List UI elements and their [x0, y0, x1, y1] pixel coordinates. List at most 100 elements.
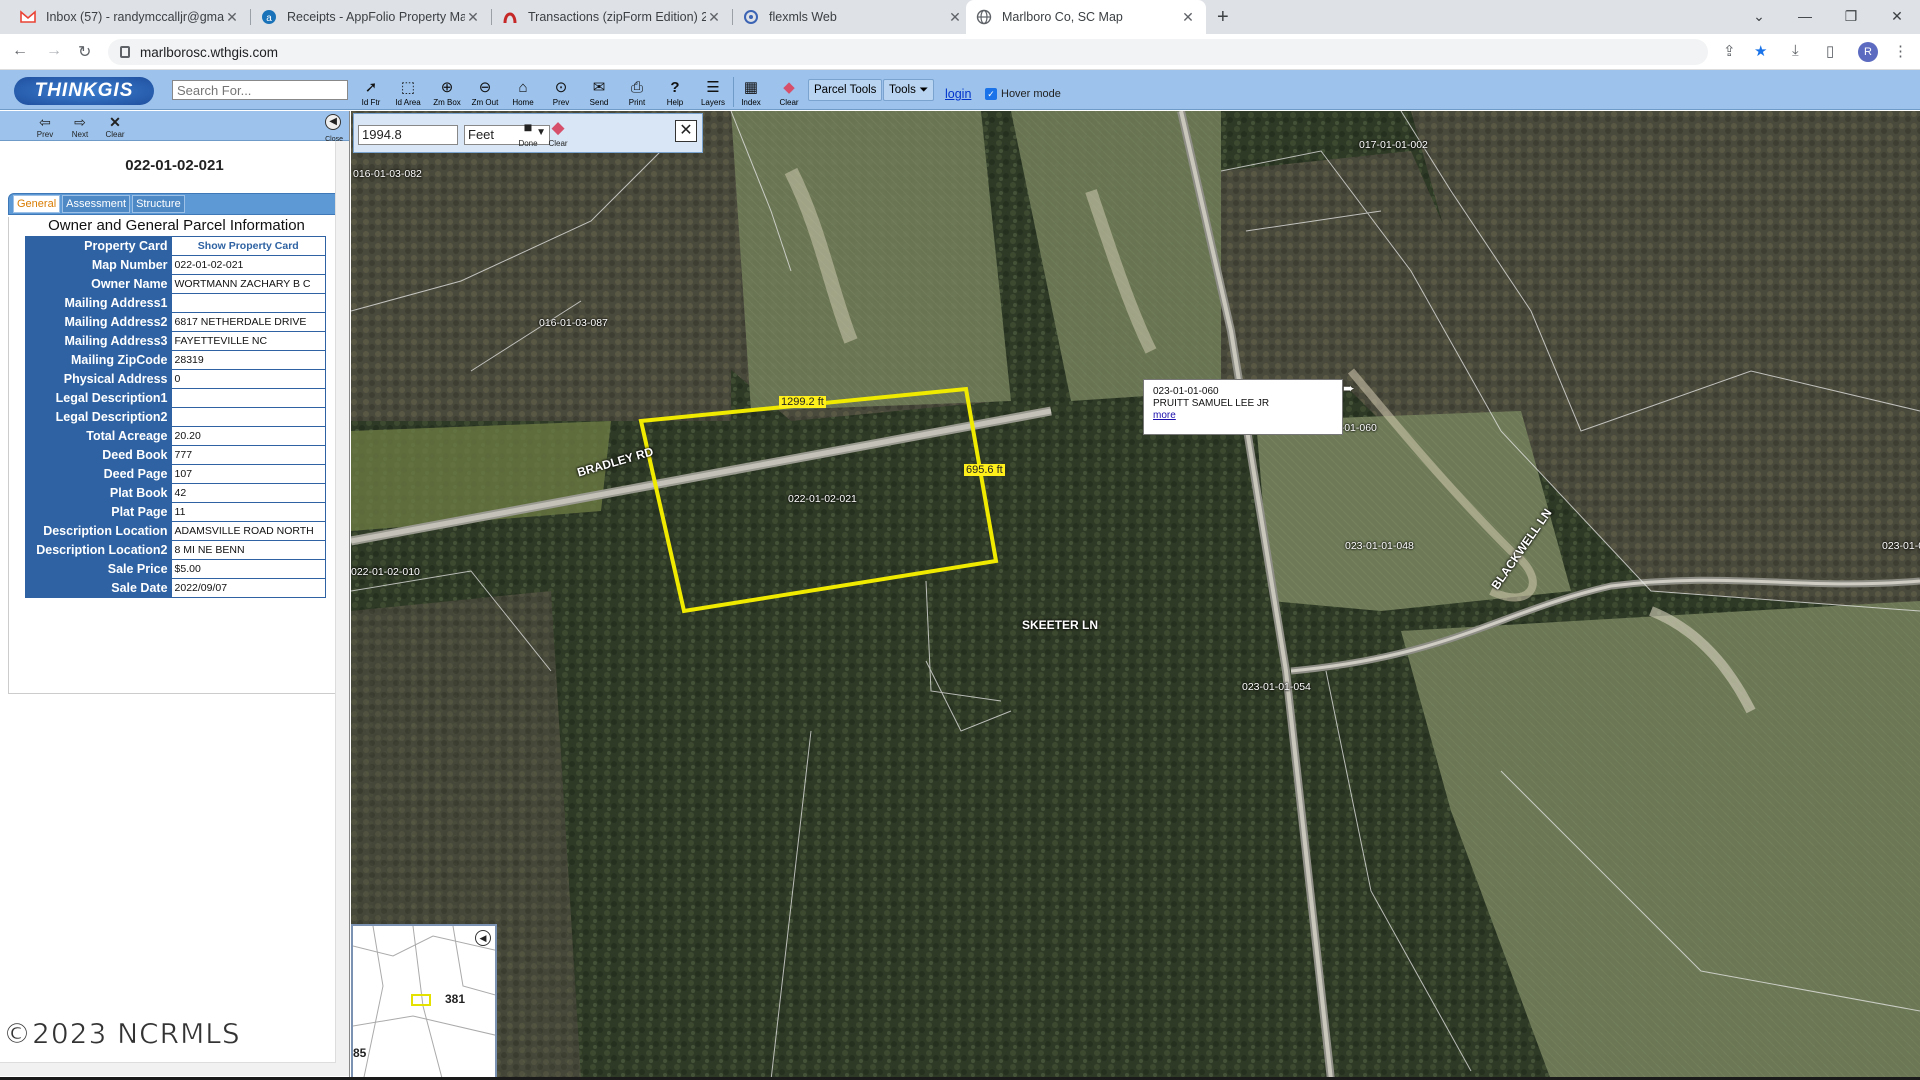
close-icon[interactable]: ✕ [1180, 9, 1196, 26]
measure-done-button[interactable]: ⏹ Done [514, 117, 542, 148]
menu-kebab-icon[interactable]: ⋮ [1893, 42, 1908, 60]
index-button[interactable]: ▦ Index [735, 78, 767, 108]
tab-title: Receipts - AppFolio Property Ma [287, 10, 465, 24]
tab-structure[interactable]: Structure [132, 195, 185, 213]
eraser-icon: ◆ [551, 118, 565, 137]
clear-results-button[interactable]: ✕ Clear [100, 113, 130, 139]
lock-icon [120, 46, 130, 58]
mls-watermark: ©2023 NCRMLS [3, 1017, 241, 1051]
close-icon[interactable]: ✕ [224, 9, 240, 26]
table-row: Sale Date 2022/09/07 [25, 578, 327, 598]
overview-extent [411, 994, 431, 1006]
attribute-value: 022-01-02-021 [170, 255, 327, 275]
close-window-button[interactable]: ✕ [1874, 0, 1920, 34]
print-icon: ⎙ [630, 79, 643, 96]
route-label: 85 [353, 1046, 367, 1060]
vertical-scrollbar[interactable] [335, 141, 349, 1076]
tab-assessment[interactable]: Assessment [62, 195, 131, 213]
id-feature-button[interactable]: ➚ Id Ftr [355, 78, 387, 108]
next-record-button[interactable]: ⇨ Next [65, 113, 95, 139]
detail-content: Owner and General Parcel Information Pro… [8, 217, 345, 694]
prev-record-button[interactable]: ⇦ Prev [30, 113, 60, 139]
close-icon[interactable]: ✕ [465, 9, 481, 26]
map-canvas[interactable]: 016-01-03-063 017-01-01-002 016-01-03-08… [351, 111, 1920, 1080]
clear-button[interactable]: ◆ Clear [773, 78, 805, 108]
print-button[interactable]: ⎙ Print [621, 78, 653, 108]
attribute-value: 107 [170, 464, 327, 484]
parcel-info-panel: ⇦ Prev ⇨ Next ✕ Clear ◀ Close 022-01-02-021… [0, 111, 350, 1080]
dimension-label: 695.6 ft [964, 464, 1005, 476]
prev-extent-button[interactable]: ⊙ Prev [545, 78, 577, 108]
zoom-box-button[interactable]: ⊕ Zm Box [431, 78, 463, 108]
new-tab-button[interactable]: + [1217, 6, 1229, 29]
popup-more-link[interactable]: more [1153, 410, 1176, 421]
close-panel-button[interactable]: ◀ Close [325, 114, 343, 144]
parcel-label: 023-01-01-054 [1242, 681, 1311, 693]
prev-extent-icon: ⊙ [554, 79, 568, 96]
hover-popup: 023-01-01-060 PRUITT SAMUEL LEE JR more [1143, 379, 1343, 435]
thinkgis-logo: THINKGIS [14, 77, 154, 105]
url-bar[interactable]: marlborosc.wthgis.com [108, 39, 1708, 65]
measure-clear-button[interactable]: ◆ Clear [544, 117, 572, 148]
tools-menu-button[interactable]: Tools ⏷ [883, 79, 935, 101]
horizontal-scrollbar[interactable] [0, 1062, 336, 1076]
attribute-value: 777 [170, 445, 327, 465]
forward-arrow-icon[interactable]: → [46, 42, 62, 60]
popup-parcel-id: 023-01-01-060 [1153, 386, 1219, 397]
help-button[interactable]: ? Help [659, 78, 691, 108]
share-icon[interactable]: ⇪ [1723, 42, 1736, 60]
tab-search-icon[interactable]: ⌄ [1736, 0, 1782, 34]
table-row: Deed Book 777 [25, 445, 327, 465]
sidepanel-icon[interactable]: ▯ [1826, 42, 1834, 60]
attribute-value: ADAMSVILLE ROAD NORTH [170, 521, 327, 541]
avatar[interactable]: R [1858, 42, 1878, 62]
tab-zipform[interactable]: Transactions (zipForm Edition) 23 ✕ [492, 0, 732, 34]
tab-gmail[interactable]: Inbox (57) - randymccalljr@gmai ✕ [10, 0, 250, 34]
login-link[interactable]: login [945, 87, 971, 101]
home-button[interactable]: ⌂ Home [507, 78, 539, 108]
download-icon[interactable]: ⤓ [1792, 42, 1799, 59]
reload-icon[interactable]: ↻ [78, 42, 91, 62]
tab-appfolio[interactable]: a Receipts - AppFolio Property Ma ✕ [251, 0, 491, 34]
search-input[interactable] [172, 80, 348, 100]
globe-icon [976, 9, 992, 25]
tab-flexmls[interactable]: flexmls Web ✕ [733, 0, 973, 34]
zoom-out-button[interactable]: ⊖ Zm Out [469, 78, 501, 108]
zoom-box-icon: ⊕ [440, 79, 454, 96]
attribute-value [170, 407, 327, 427]
attribute-label: Mailing Address3 [25, 331, 172, 351]
right-arrow-icon: ⇨ [74, 114, 86, 130]
attribute-value: $5.00 [170, 559, 327, 579]
restore-button[interactable]: ❐ [1828, 0, 1874, 34]
send-button[interactable]: ✉ Send [583, 78, 615, 108]
attribute-value: WORTMANN ZACHARY B C [170, 274, 327, 294]
overview-map[interactable]: ◀ 381 85 [351, 924, 497, 1080]
close-icon[interactable]: ✕ [706, 9, 722, 26]
tab-marlboro-map[interactable]: Marlboro Co, SC Map ✕ [966, 0, 1206, 34]
attribute-label: Plat Book [25, 483, 172, 503]
road-label: SKEETER LN [1022, 618, 1099, 632]
id-area-button[interactable]: ⬚ Id Area [392, 78, 424, 108]
back-arrow-icon[interactable]: ← [12, 42, 28, 60]
close-icon[interactable]: ✕ [947, 9, 963, 26]
close-measure-button[interactable]: ✕ [675, 120, 697, 142]
layers-button[interactable]: ☰ Layers [697, 78, 729, 108]
collapse-overview-icon[interactable]: ◀ [475, 930, 491, 946]
measure-value-field[interactable]: 1994.8 [358, 125, 458, 145]
attribute-table: Property Card Show Property Card Map Numbe… [25, 236, 327, 598]
bookmark-star-icon[interactable]: ★ [1754, 42, 1767, 60]
eraser-icon: ◆ [783, 79, 795, 96]
attribute-value: 20.20 [170, 426, 327, 446]
route-label: 381 [445, 992, 466, 1006]
attribute-label: Total Acreage [25, 426, 172, 446]
table-row: Plat Page 11 [25, 502, 327, 522]
attribute-value: 42 [170, 483, 327, 503]
tab-general[interactable]: General [13, 195, 61, 213]
hover-mode-checkbox[interactable]: ✓ Hover mode [985, 88, 1061, 100]
table-row: Mailing Address2 6817 NETHERDALE DRIVE [25, 312, 327, 332]
parcel-tools-button[interactable]: Parcel Tools [808, 79, 883, 101]
show-property-card-link[interactable]: Show Property Card [170, 236, 327, 256]
table-row: Mailing ZipCode 28319 [25, 350, 327, 370]
minimize-button[interactable]: — [1782, 0, 1828, 34]
dimension-label: 1299.2 ft [779, 396, 826, 408]
